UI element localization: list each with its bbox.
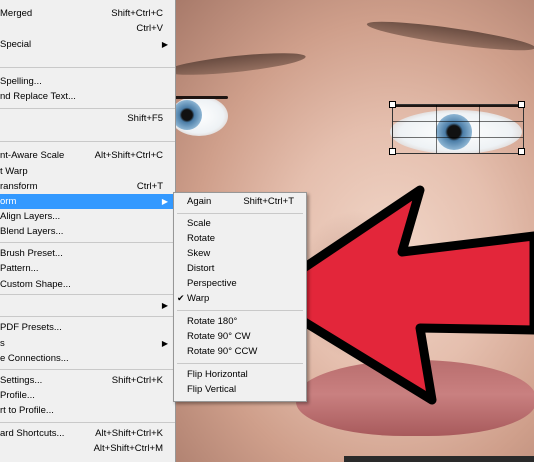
submenu-item-distort[interactable]: Distort <box>174 261 306 276</box>
menu-item-find-replace[interactable]: nd Replace Text... <box>0 89 175 104</box>
menu-label: Distort <box>187 263 215 274</box>
edit-menu: C Merged Shift+Ctrl+C Ctrl+V Special ▶ S… <box>0 0 176 462</box>
menu-label: Warp <box>187 293 210 304</box>
menu-item-define-pattern[interactable]: Pattern... <box>0 261 175 276</box>
menu-label: Blend Layers... <box>0 226 64 237</box>
menu-item-color-settings[interactable]: Settings... Shift+Ctrl+K <box>0 373 175 388</box>
submenu-arrow-icon: ▶ <box>161 301 168 310</box>
submenu-item-flip-vertical[interactable]: Flip Vertical <box>174 382 306 397</box>
menu-separator <box>177 363 303 364</box>
shortcut-label: Alt+Shift+Ctrl+M <box>93 443 163 454</box>
menu-item-presets[interactable]: s ▶ <box>0 336 175 351</box>
menu-label: Settings... <box>0 375 43 386</box>
menu-item-check-spelling[interactable]: Spelling... <box>0 74 175 89</box>
shortcut-label: Shift+Ctrl+T <box>243 196 294 207</box>
menu-label: Flip Horizontal <box>187 369 248 380</box>
menu-label: Special <box>0 39 32 50</box>
menu-label: Custom Shape... <box>0 279 71 290</box>
menu-separator <box>0 422 175 423</box>
menu-item-content-aware-scale[interactable]: nt-Aware Scale Alt+Shift+Ctrl+C <box>0 148 175 163</box>
submenu-item-skew[interactable]: Skew <box>174 246 306 261</box>
shortcut-label: Ctrl+T <box>136 181 163 192</box>
menu-item-paste[interactable]: Ctrl+V <box>0 21 175 36</box>
menu-item-assign-profile[interactable]: Profile... <box>0 388 175 403</box>
menu-label: s <box>0 338 5 349</box>
menu-separator <box>0 108 175 109</box>
submenu-item-rotate-90-cw[interactable]: Rotate 90° CW <box>174 329 306 344</box>
menu-separator <box>0 141 175 142</box>
submenu-item-warp[interactable]: ✔ Warp <box>174 291 306 306</box>
shortcut-label: Alt+Shift+Ctrl+C <box>94 150 163 161</box>
menu-separator <box>0 316 175 317</box>
menu-item-auto-blend-layers[interactable]: Blend Layers... <box>0 224 175 239</box>
menu-label: Align Layers... <box>0 211 61 222</box>
shortcut-label: Shift+F5 <box>127 113 163 124</box>
menu-label: Profile... <box>0 390 35 401</box>
submenu-arrow-icon: ▶ <box>161 40 168 49</box>
submenu-item-rotate-180[interactable]: Rotate 180° <box>174 314 306 329</box>
menu-item-copy-merged[interactable]: Merged Shift+Ctrl+C <box>0 6 175 21</box>
menu-label: Brush Preset... <box>0 248 63 259</box>
menu-label: Skew <box>187 248 211 259</box>
submenu-item-scale[interactable]: Scale <box>174 216 306 231</box>
menu-label: nt-Aware Scale <box>0 150 65 161</box>
menu-label: Again <box>187 196 212 207</box>
menu-label: e Connections... <box>0 353 69 364</box>
submenu-arrow-icon: ▶ <box>161 197 168 206</box>
menu-label: Flip Vertical <box>187 384 237 395</box>
menu-item-adobe-pdf-presets[interactable]: PDF Presets... <box>0 320 175 335</box>
menu-separator <box>177 213 303 214</box>
submenu-arrow-icon: ▶ <box>161 339 168 348</box>
shortcut-label: Ctrl+V <box>136 23 163 34</box>
menu-item-partial-top[interactable]: C <box>0 0 175 5</box>
menu-item-convert-to-profile[interactable]: rt to Profile... <box>0 403 175 418</box>
menu-item-auto-align-layers[interactable]: Align Layers... <box>0 209 175 224</box>
menu-label: orm <box>0 196 17 207</box>
submenu-item-flip-horizontal[interactable]: Flip Horizontal <box>174 367 306 382</box>
menu-label: Pattern... <box>0 263 39 274</box>
shortcut-label: Alt+Shift+Ctrl+K <box>95 428 163 439</box>
menu-label: Rotate 180° <box>187 316 238 327</box>
menu-item-paste-special[interactable]: Special ▶ <box>0 37 175 52</box>
submenu-item-rotate-90-ccw[interactable]: Rotate 90° CCW <box>174 344 306 359</box>
menu-item-keyboard-shortcuts[interactable]: ard Shortcuts... Alt+Shift+Ctrl+K <box>0 426 175 441</box>
menu-label: rt to Profile... <box>0 405 54 416</box>
checkmark-icon: ✔ <box>177 293 185 303</box>
menu-item-transform[interactable]: orm ▶ <box>0 194 175 209</box>
shortcut-label: Shift+Ctrl+K <box>111 375 163 386</box>
menu-item-fill[interactable]: Shift+F5 <box>0 111 175 126</box>
transform-submenu: Again Shift+Ctrl+T Scale Rotate Skew Dis… <box>173 192 307 402</box>
submenu-item-perspective[interactable]: Perspective <box>174 276 306 291</box>
menu-label: Rotate 90° CCW <box>187 346 258 357</box>
menu-item-define-brush-preset[interactable]: Brush Preset... <box>0 246 175 261</box>
menu-label: Perspective <box>187 278 237 289</box>
menu-label: Spelling... <box>0 76 42 87</box>
menu-label: PDF Presets... <box>0 322 62 333</box>
menu-separator <box>0 369 175 370</box>
menu-label: t Warp <box>0 166 28 177</box>
menu-item-remote-connections[interactable]: e Connections... <box>0 351 175 366</box>
menu-label: Rotate 90° CW <box>187 331 251 342</box>
menu-separator <box>0 67 175 68</box>
shortcut-label: Shift+Ctrl+C <box>111 8 163 19</box>
menu-item-free-transform[interactable]: ransform Ctrl+T <box>0 179 175 194</box>
menu-item-purge[interactable]: ▶ <box>0 298 175 313</box>
menu-label: nd Replace Text... <box>0 91 76 102</box>
menu-item-puppet-warp[interactable]: t Warp <box>0 164 175 179</box>
menu-label: Merged <box>0 8 33 19</box>
menu-label: ransform <box>0 181 38 192</box>
menu-label: Rotate <box>187 233 215 244</box>
submenu-item-rotate[interactable]: Rotate <box>174 231 306 246</box>
menu-separator <box>0 294 175 295</box>
menu-separator <box>0 242 175 243</box>
submenu-item-again[interactable]: Again Shift+Ctrl+T <box>174 194 306 209</box>
menu-label: Scale <box>187 218 211 229</box>
menu-item-define-custom-shape[interactable]: Custom Shape... <box>0 277 175 292</box>
menu-item-menus[interactable]: Alt+Shift+Ctrl+M <box>0 441 175 456</box>
shortcut-label: C <box>156 0 163 5</box>
menu-separator <box>177 310 303 311</box>
menu-label: ard Shortcuts... <box>0 428 65 439</box>
